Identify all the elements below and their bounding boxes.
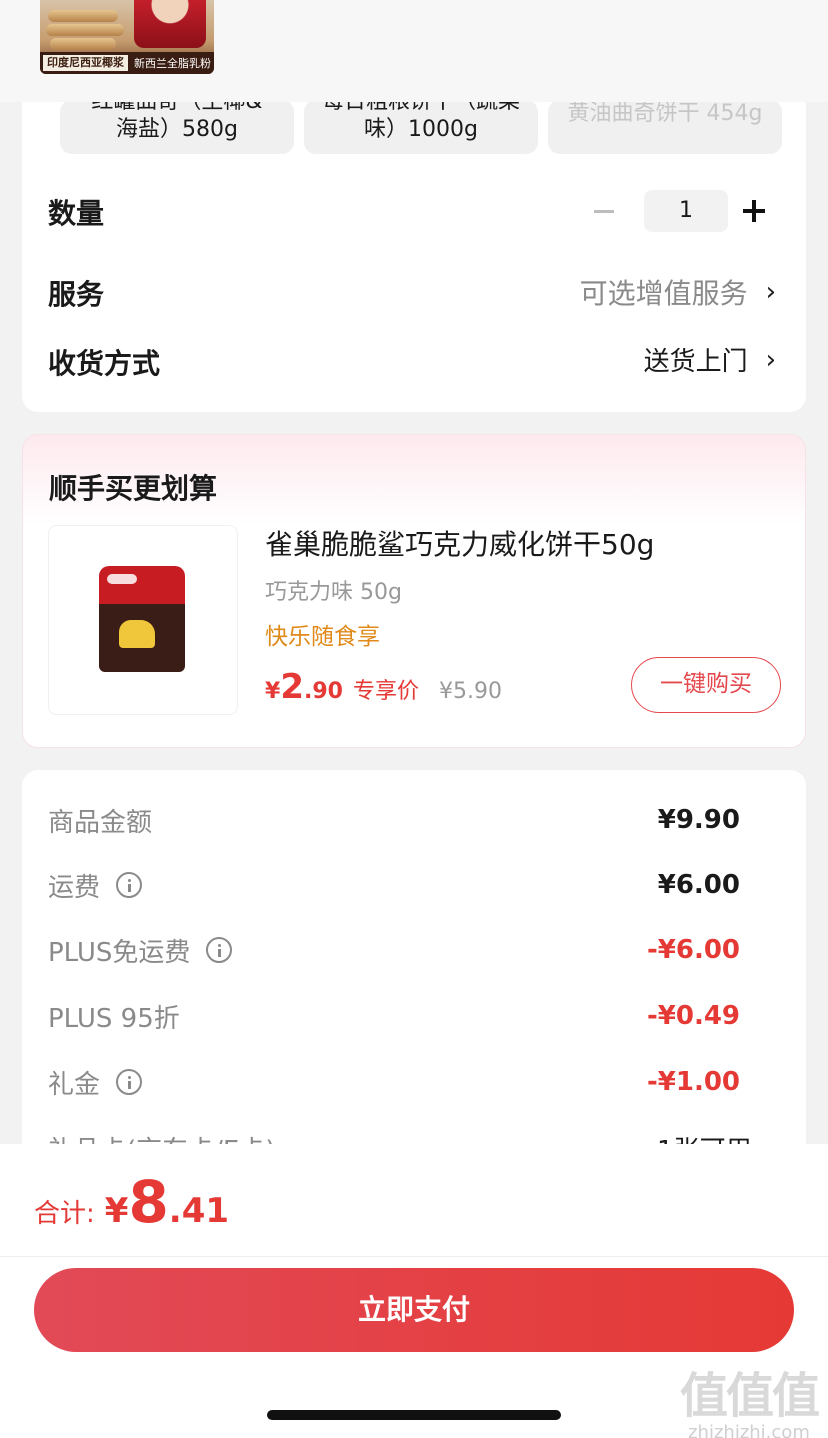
spec-option-line1: 黄油曲奇饼干 454g bbox=[567, 101, 763, 126]
addon-product-name[interactable]: 雀巢脆脆鲨巧克力威化饼干50g bbox=[265, 523, 654, 563]
summary-label: 商品金额 bbox=[48, 807, 153, 838]
spec-option-butter-cookie: 黄油曲奇饼干 454g bbox=[548, 100, 782, 154]
summary-label: PLUS免运费 bbox=[48, 937, 191, 968]
summary-label: PLUS 95折 bbox=[48, 1003, 180, 1034]
chef-image bbox=[134, 0, 206, 48]
addon-product-spec: 巧克力味 50g bbox=[265, 580, 402, 605]
addon-slogan: 快乐随食享 bbox=[265, 624, 380, 650]
pay-now-button[interactable]: 立即支付 bbox=[34, 1268, 794, 1352]
total-label: 合计: bbox=[34, 1199, 95, 1229]
quantity-value[interactable]: 1 bbox=[644, 190, 728, 232]
product-thumbnail[interactable]: 印度尼西亚椰浆 新西兰全脂乳粉 bbox=[40, 0, 214, 74]
spec-option-line2: 味）1000g bbox=[364, 117, 478, 142]
spec-option-line1: 红罐曲奇（生椰& bbox=[91, 100, 263, 114]
summary-row-plus-free-shipping: PLUS免运费 -¥6.00 bbox=[48, 930, 740, 970]
addon-card: 顺手买更划算 雀巢脆脆鲨巧克力威化饼干50g 巧克力味 50g 快乐随食享 ¥ … bbox=[22, 434, 806, 748]
chevron-right-icon: › bbox=[765, 344, 776, 375]
summary-amount: ¥9.90 bbox=[657, 805, 740, 835]
top-header: 印度尼西亚椰浆 新西兰全脂乳粉 bbox=[0, 0, 828, 102]
service-label: 服务 bbox=[48, 278, 105, 311]
price-summary-card: 商品金额 ¥9.90 运费 ¥6.00 PLUS免运费 -¥6.00 PLUS … bbox=[22, 770, 806, 1190]
watermark-site: zhizhizhi.com bbox=[688, 1422, 810, 1438]
service-value: 可选增值服务 bbox=[579, 277, 748, 310]
home-indicator[interactable] bbox=[267, 1410, 561, 1420]
info-icon[interactable] bbox=[116, 872, 143, 898]
summary-row-shipping-fee: 运费 ¥6.00 bbox=[48, 865, 740, 905]
watermark-glyphs: 值值值 bbox=[679, 1368, 820, 1424]
spec-option-line2: 海盐）580g bbox=[116, 117, 238, 142]
quantity-label: 数量 bbox=[48, 197, 105, 230]
quantity-stepper: 1 bbox=[590, 190, 768, 232]
info-icon[interactable] bbox=[206, 937, 233, 963]
one-click-buy-button[interactable]: 一键购买 bbox=[631, 657, 781, 713]
spec-option-red-can-cookie[interactable]: 红罐曲奇（生椰& 海盐）580g bbox=[60, 100, 294, 154]
info-icon[interactable] bbox=[116, 1069, 143, 1095]
increase-button[interactable] bbox=[740, 190, 768, 232]
chevron-right-icon: › bbox=[765, 277, 776, 307]
price-integer: 2 bbox=[280, 667, 304, 707]
summary-amount: ¥6.00 bbox=[657, 870, 740, 900]
thumbnail-caption: 印度尼西亚椰浆 新西兰全脂乳粉 bbox=[40, 52, 214, 74]
summary-amount: -¥6.00 bbox=[646, 935, 740, 965]
total-currency: ¥ bbox=[104, 1191, 129, 1231]
shipping-value: 送货上门 bbox=[643, 347, 748, 377]
summary-amount: -¥1.00 bbox=[646, 1067, 740, 1097]
shipping-label: 收货方式 bbox=[48, 347, 161, 380]
site-watermark: 值值值 zhizhizhi.com bbox=[679, 1356, 820, 1438]
summary-amount: -¥0.49 bbox=[646, 1001, 740, 1031]
caption-origin-milk: 新西兰全脂乳粉 bbox=[134, 57, 211, 70]
spec-option-grain-biscuit[interactable]: 每日粗粮饼干（蔬菜 味）1000g bbox=[304, 100, 538, 154]
order-options-card: 红罐曲奇（生椰& 海盐）580g 每日粗粮饼干（蔬菜 味）1000g 黄油曲奇饼… bbox=[22, 60, 806, 412]
price-tag: 专享价 bbox=[352, 679, 419, 704]
price-currency: ¥ bbox=[265, 679, 281, 704]
price-decimal: .90 bbox=[303, 679, 343, 704]
service-selector[interactable]: 可选增值服务 › bbox=[580, 272, 776, 312]
total-decimal: .41 bbox=[168, 1191, 230, 1231]
checkout-bar: 合计: ¥ 8 .41 立即支付 值值值 zhizhizhi.com bbox=[0, 1144, 828, 1438]
summary-label: 运费 bbox=[48, 872, 101, 903]
summary-label: 礼金 bbox=[48, 1069, 101, 1100]
decrease-button[interactable] bbox=[590, 190, 618, 232]
total-integer: 8 bbox=[128, 1168, 169, 1236]
caption-origin-coconut: 印度尼西亚椰浆 bbox=[43, 55, 128, 71]
original-price: ¥5.90 bbox=[438, 679, 502, 704]
addon-price: ¥ 2 .90 专享价 ¥5.90 bbox=[265, 667, 502, 707]
spec-option-line1: 每日粗粮饼干（蔬菜 bbox=[321, 100, 520, 114]
snack-bag-image bbox=[99, 566, 185, 672]
summary-row-goods: 商品金额 ¥9.90 bbox=[48, 800, 740, 840]
addon-section-title: 顺手买更划算 bbox=[49, 472, 218, 505]
spec-options: 红罐曲奇（生椰& 海盐）580g 每日粗粮饼干（蔬菜 味）1000g 黄油曲奇饼… bbox=[60, 100, 782, 156]
summary-row-gift-money: 礼金 -¥1.00 bbox=[48, 1062, 740, 1102]
addon-product-image[interactable] bbox=[48, 525, 238, 715]
order-total: 合计: ¥ 8 .41 bbox=[34, 1168, 229, 1236]
summary-row-plus-discount: PLUS 95折 -¥0.49 bbox=[48, 996, 740, 1036]
shipping-selector[interactable]: 送货上门 › bbox=[644, 341, 776, 378]
divider bbox=[0, 1256, 828, 1257]
